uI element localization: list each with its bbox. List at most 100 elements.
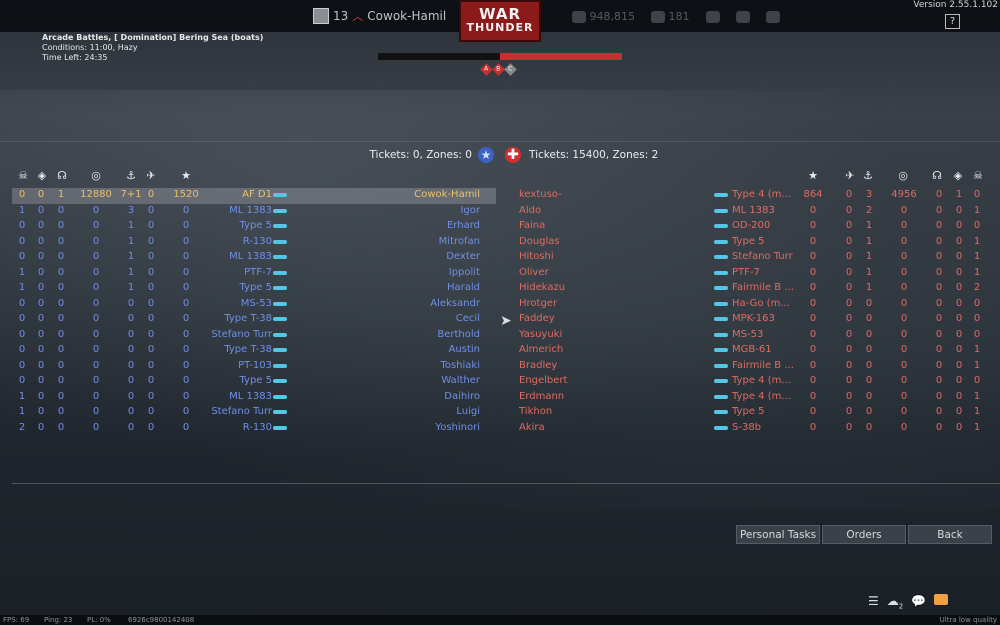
ally-naval: 1 xyxy=(127,220,135,231)
enemy-naval: 0 xyxy=(865,375,873,386)
packet-loss-label: PL: 0% xyxy=(87,616,111,624)
enemy-player-name: Faddey xyxy=(519,313,555,324)
enemy-air-kills-icon: ✈ xyxy=(845,169,855,182)
enemy-row[interactable]: Douglas Type 50010001 xyxy=(512,235,988,251)
enemy-c1: 1 xyxy=(973,390,981,402)
enemy-row[interactable]: Hidekazu Fairmile B ... 0 0 1 0 0 0 2 xyxy=(512,281,988,297)
ally-row[interactable]: 2 0 0 0 0 0 0 R-130 Yoshinori xyxy=(12,421,496,437)
ally-vehicle: AF D1 xyxy=(242,189,272,200)
ally-row[interactable]: 0 0 0 0 0 0 0 PT-103 Toshiaki xyxy=(12,359,496,375)
ally-naval: 0 xyxy=(127,421,135,433)
ally-row[interactable]: 0 0 0 0 0 0 0 Type T-38 Cecil xyxy=(12,312,496,328)
ally-row[interactable]: 0 0 1 12880 7+1 0 1520 AF D1 Cowok-Hamil xyxy=(12,188,496,204)
enemy-naval: 0 xyxy=(865,359,873,371)
ally-c1: 0 xyxy=(18,328,26,340)
ally-row[interactable]: 1 0 0 0 1 0 0 PTF-7 Ippolit xyxy=(12,266,496,282)
zone-label: A xyxy=(484,65,489,73)
ally-row[interactable]: 0 0 0 0 1 0 0 Type 5 Erhard xyxy=(12,219,496,235)
personal-tasks-button[interactable]: Personal Tasks xyxy=(736,525,820,544)
enemy-row[interactable]: Engelbert Type 4 (m... 0 0 0 0 0 0 0 xyxy=(512,374,988,390)
golden-eagles-icon xyxy=(651,11,665,23)
ally-score: 0 xyxy=(92,282,100,293)
enemy-row[interactable]: Tikhon Type 50000001 xyxy=(512,405,988,421)
enemy-row[interactable]: Oliver PTF-7 0 0 1 0 0 0 1 xyxy=(512,266,988,282)
enemy-score: 0 xyxy=(900,421,908,433)
ally-naval: 0 xyxy=(127,328,135,340)
enemy-row[interactable]: Faddey MPK-163 0 0 0 0 0 0 0 xyxy=(512,312,988,328)
enemy-c1: 1 xyxy=(973,235,981,247)
enemy-row[interactable]: Yasuyuki MS-53 0 0 0 0 0 0 0 xyxy=(512,328,988,344)
enemy-row[interactable]: Aldo ML 1383 0 0 2 0 0 0 1 xyxy=(512,204,988,220)
squad-icon[interactable]: ☁2 xyxy=(887,594,903,610)
mail-icon[interactable] xyxy=(934,594,949,605)
enemy-air: 0 xyxy=(845,313,853,324)
chat-icon[interactable]: 💬 xyxy=(911,594,926,610)
enemy-row[interactable]: Hrotger Ha-Go (m... 0 0 0 0 0 0 0 xyxy=(512,297,988,313)
enemy-row[interactable]: Bradley Fairmile B ... 0 0 0 0 0 0 1 xyxy=(512,359,988,375)
ally-air: 0 xyxy=(147,359,155,371)
ally-c2: 0 xyxy=(37,251,45,262)
enemy-pts: 0 xyxy=(809,344,817,355)
enemy-pts: 0 xyxy=(809,328,817,340)
ship-icon xyxy=(714,224,728,228)
orders-button[interactable]: Orders xyxy=(822,525,906,544)
ally-row[interactable]: 0 0 0 0 0 0 0 MS-53 Aleksandr xyxy=(12,297,496,313)
ally-c3: 0 xyxy=(57,421,65,433)
enemy-c1: 1 xyxy=(973,251,981,262)
ally-player-name: Berthold xyxy=(437,328,480,340)
ally-player-name: Yoshinori xyxy=(435,421,480,433)
enemy-row[interactable]: Erdmann Type 4 (m... 0 0 0 0 0 0 1 xyxy=(512,390,988,406)
ally-c1: 1 xyxy=(18,406,26,417)
ally-row[interactable]: 0 0 0 0 1 0 0 R-130 Mitrofan xyxy=(12,235,496,251)
ally-c3: 0 xyxy=(57,266,65,278)
enemy-pts: 0 xyxy=(809,220,817,231)
enemy-row[interactable]: Almerich MGB-61 0 0 0 0 0 0 1 xyxy=(512,343,988,359)
ally-air: 0 xyxy=(147,220,155,231)
enemy-score: 0 xyxy=(900,390,908,402)
enemy-progress-fill xyxy=(500,53,622,60)
list-icon[interactable]: ☰ xyxy=(868,594,879,610)
enemy-naval: 0 xyxy=(865,313,873,324)
ally-score: 0 xyxy=(92,297,100,309)
ally-naval: 0 xyxy=(127,344,135,355)
enemy-air: 0 xyxy=(845,375,853,386)
ally-c1: 1 xyxy=(18,282,26,293)
ally-row[interactable]: 0 0 0 0 0 0 0 Type 5 Walther xyxy=(12,374,496,390)
enemy-row[interactable]: Hitoshi Stefano Turr 0 0 1 0 0 0 1 xyxy=(512,250,988,266)
ally-score: 0 xyxy=(92,359,100,371)
ally-row[interactable]: 1 0 0 0 0 0 0 ML 1383 Daihiro xyxy=(12,390,496,406)
ally-player-name: Igor xyxy=(460,204,480,216)
ally-row[interactable]: 0 0 0 0 0 0 0 Stefano Turr Berthold xyxy=(12,328,496,344)
enemy-c3: 0 xyxy=(935,266,943,278)
enemy-team-cross-icon: ✚ xyxy=(505,147,521,163)
ship-icon xyxy=(714,379,728,383)
ally-c3: 0 xyxy=(57,313,65,324)
enemy-pts: 0 xyxy=(809,266,817,278)
ally-player-name: Ippolit xyxy=(448,266,480,278)
enemy-row[interactable]: Faina OD-200 0 0 1 0 0 0 0 xyxy=(512,219,988,235)
enemy-air: 0 xyxy=(845,390,853,402)
ally-c1: 2 xyxy=(18,421,26,433)
quality-label: Ultra low quality xyxy=(939,616,997,624)
help-button[interactable]: ? xyxy=(945,14,960,29)
ship-icon xyxy=(714,410,728,414)
ally-row[interactable]: 0 0 0 0 1 0 0 ML 1383 Dexter xyxy=(12,250,496,266)
enemy-row[interactable]: kextuso- Type 4 (m... 864 0 3 4956 0 1 0 xyxy=(512,188,988,204)
ally-vehicle: R-130 xyxy=(242,421,272,433)
ally-c2: 0 xyxy=(37,344,45,355)
ally-row[interactable]: 1 0 0 0 1 0 0 Type 5 Harald xyxy=(12,281,496,297)
ally-row[interactable]: 1 0 0 0 0 0 0 Stefano Turr Luigi xyxy=(12,405,496,421)
enemy-pts: 0 xyxy=(809,251,817,262)
ally-player-name: Harald xyxy=(446,282,480,293)
enemy-pts: 864 xyxy=(803,189,823,200)
ally-row[interactable]: 1 0 0 0 3 0 0 ML 1383 Igor xyxy=(12,204,496,220)
back-button[interactable]: Back xyxy=(908,525,992,544)
enemy-air: 0 xyxy=(845,220,853,231)
logo-line2: THUNDER xyxy=(466,21,534,34)
ally-c2: 0 xyxy=(37,359,45,371)
enemy-row[interactable]: Akira S-38b 0 0 0 0 0 0 1 xyxy=(512,421,988,437)
enemy-naval: 0 xyxy=(865,421,873,433)
enemy-score-ring-icon: ◎ xyxy=(898,169,908,182)
ally-row[interactable]: 0 0 0 0 0 0 0 Type T-38 Austin xyxy=(12,343,496,359)
enemy-c2: 0 xyxy=(955,251,963,262)
